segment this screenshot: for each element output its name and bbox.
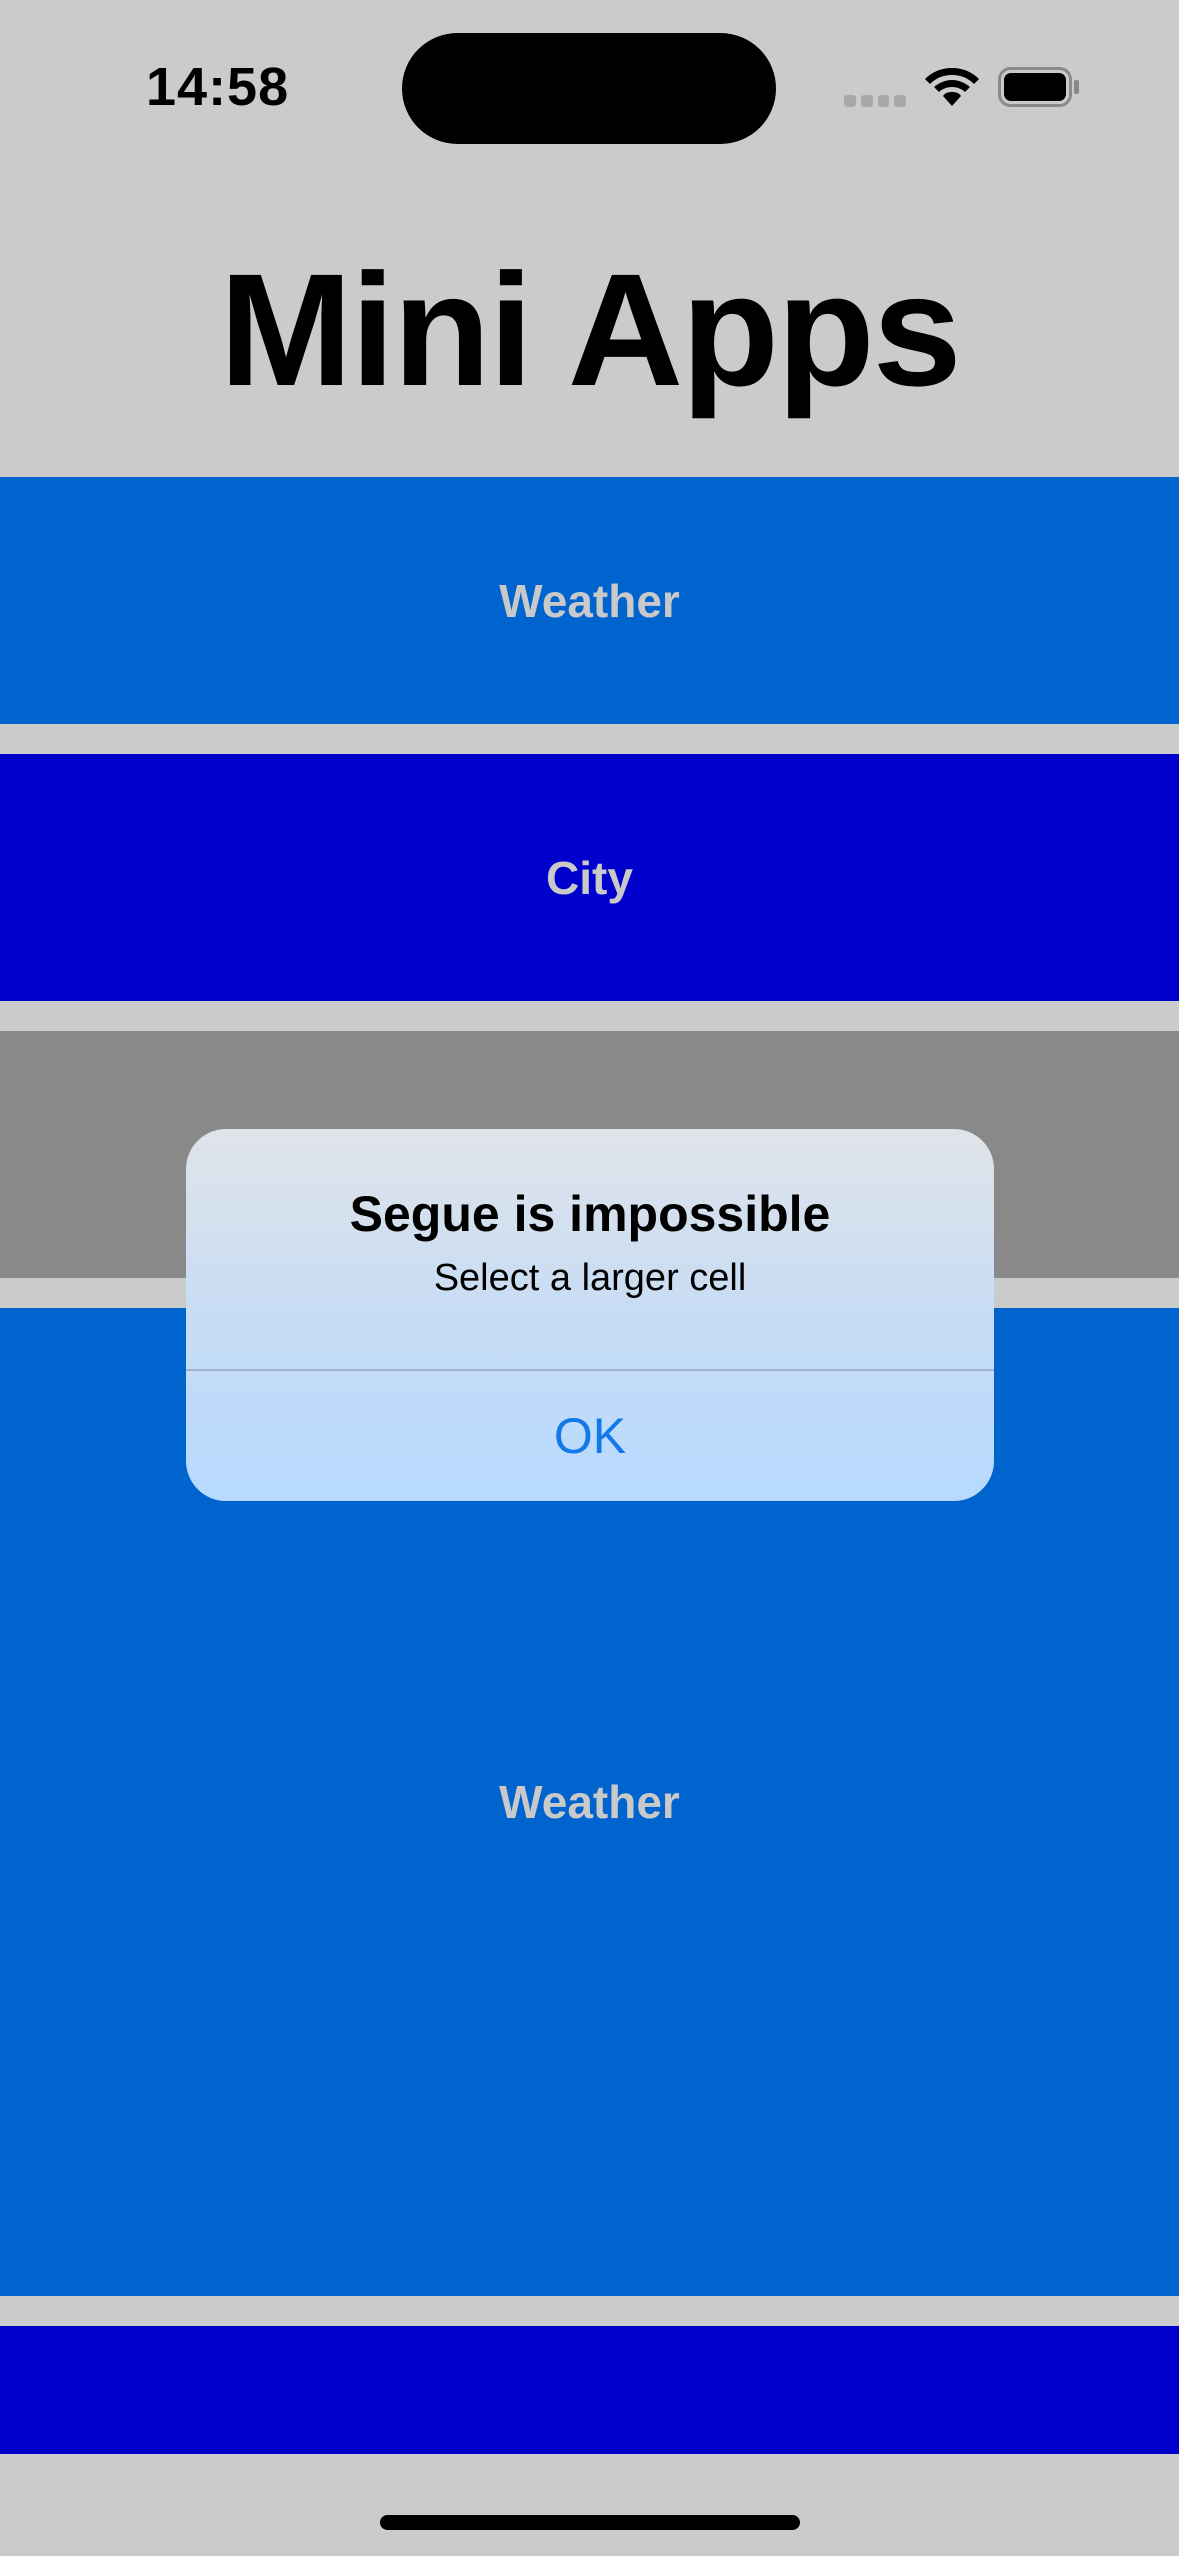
alert-title: Segue is impossible (349, 1186, 831, 1242)
wifi-icon (925, 68, 979, 106)
alert-dialog: Segue is impossible Select a larger cell… (186, 1129, 994, 1501)
signal-icon (844, 95, 906, 107)
home-indicator[interactable] (380, 2515, 800, 2530)
cell-weather[interactable]: Weather (0, 477, 1179, 724)
cell-blue-partial[interactable] (0, 2326, 1179, 2454)
cell-label: City (546, 851, 633, 904)
cell-label: Weather (499, 574, 680, 627)
cell-city[interactable]: City (0, 754, 1179, 1001)
alert-message: Select a larger cell (433, 1257, 747, 1299)
ok-button[interactable]: OK (186, 1371, 994, 1501)
dynamic-island (402, 33, 776, 144)
cell-label: Weather (499, 1776, 680, 1828)
page-title: Mini Apps (219, 240, 961, 419)
status-time: 14:58 (146, 57, 290, 117)
battery-icon (998, 67, 1079, 107)
